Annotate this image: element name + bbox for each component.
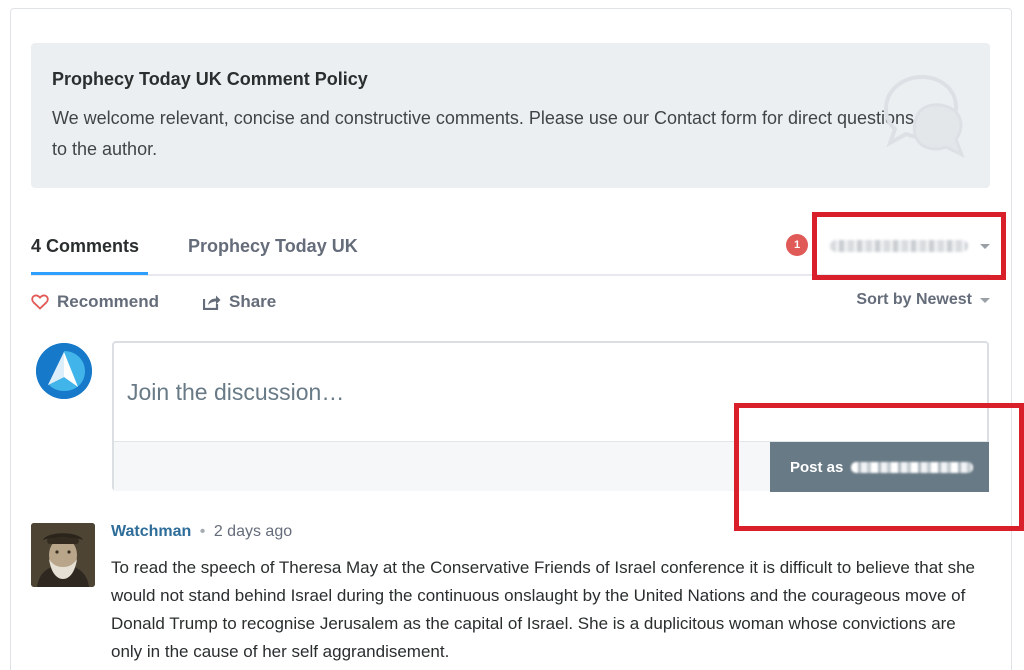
sort-dropdown[interactable]: Sort by Newest <box>856 291 990 309</box>
comment-separator: • <box>199 523 206 540</box>
recommend-label: Recommend <box>57 292 160 311</box>
site-logo-avatar[interactable] <box>36 343 92 399</box>
discussion-actions: Recommend Share Sort by Newest <box>31 290 990 314</box>
notification-badge[interactable]: 1 <box>786 234 808 256</box>
tab-community[interactable]: Prophecy Today UK <box>188 236 358 257</box>
annotation-box-user-menu <box>812 212 1006 280</box>
comment-header: Watchman • 2 days ago <box>111 523 292 541</box>
recommend-button[interactable]: Recommend <box>31 292 159 312</box>
comment-author[interactable]: Watchman <box>111 523 191 540</box>
arrow-logo-icon <box>36 343 92 399</box>
annotation-box-post-button <box>734 403 1024 531</box>
user-avatar[interactable] <box>31 523 95 587</box>
sort-label: Sort by Newest <box>856 291 972 308</box>
comment-policy-box: Prophecy Today UK Comment Policy We welc… <box>31 43 990 188</box>
active-tab-indicator <box>31 272 148 275</box>
chevron-down-icon <box>980 297 990 303</box>
comment-body: To read the speech of Theresa May at the… <box>111 558 976 661</box>
comment-timestamp[interactable]: 2 days ago <box>214 523 292 540</box>
heart-icon <box>31 294 49 310</box>
share-icon <box>203 295 221 310</box>
policy-text: We welcome relevant, concise and constru… <box>52 108 915 159</box>
share-button[interactable]: Share <box>203 292 276 312</box>
tab-comments[interactable]: 4 Comments <box>31 236 139 257</box>
speech-bubbles-icon <box>883 74 965 159</box>
policy-title: Prophecy Today UK Comment Policy <box>52 69 368 89</box>
user-photo <box>31 523 95 587</box>
share-label: Share <box>229 292 277 311</box>
